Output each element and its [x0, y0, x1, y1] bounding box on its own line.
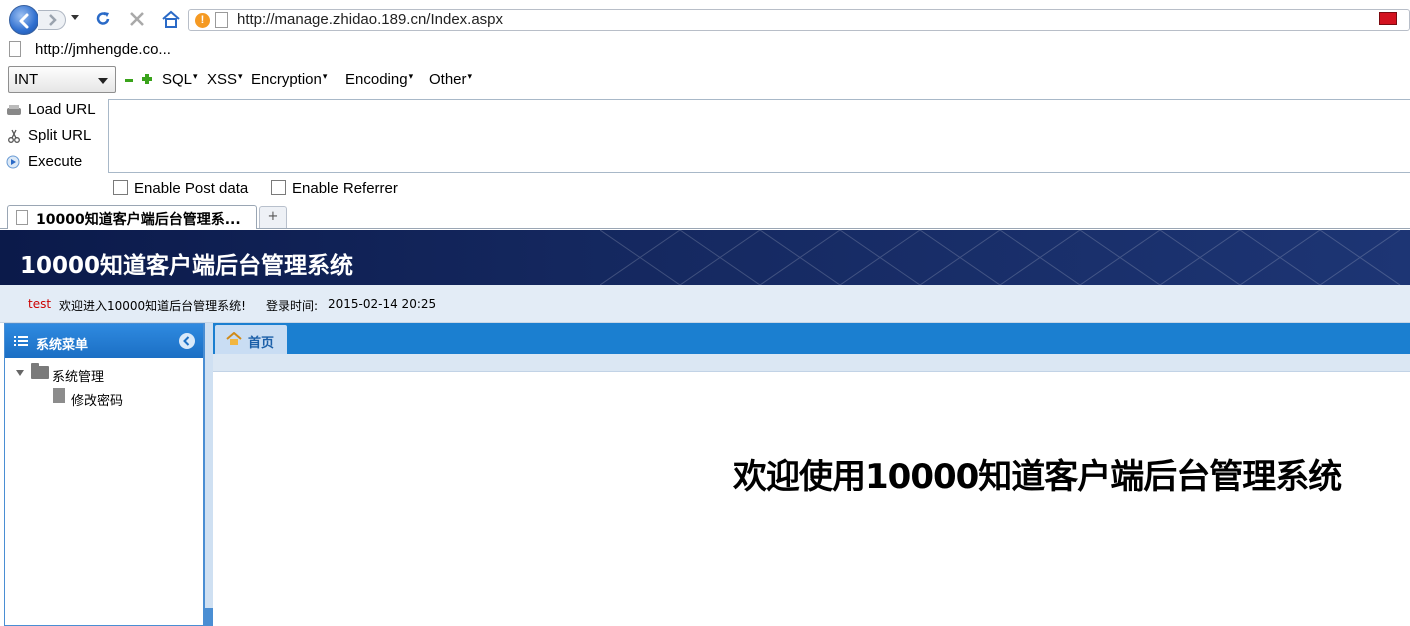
- content-tab-bar: 首页: [213, 323, 1410, 354]
- menu-encryption[interactable]: Encryption▾: [251, 71, 327, 88]
- menu-list-icon: [14, 336, 28, 346]
- enable-referrer-checkbox[interactable]: Enable Referrer: [271, 180, 398, 197]
- header-pattern: [600, 230, 1401, 285]
- tab-page-icon: [16, 210, 28, 225]
- back-button[interactable]: [9, 5, 39, 35]
- forward-button[interactable]: [38, 10, 66, 30]
- splitter[interactable]: [204, 323, 213, 626]
- execute-button[interactable]: Execute: [6, 153, 82, 170]
- menu-other[interactable]: Other▾: [429, 71, 472, 88]
- browser-navbar: ! http://manage.zhidao.189.cn/Index.aspx: [0, 0, 1410, 38]
- home-icon[interactable]: [161, 10, 181, 28]
- type-select[interactable]: INT: [8, 66, 116, 93]
- checkbox-box[interactable]: [113, 180, 128, 195]
- split-url-label: Split URL: [28, 127, 92, 144]
- tree-expand-icon[interactable]: [16, 370, 24, 376]
- enable-post-checkbox[interactable]: Enable Post data: [113, 180, 248, 197]
- load-url-button[interactable]: Load URL: [6, 101, 96, 118]
- home-icon: [226, 332, 242, 345]
- reload-icon[interactable]: [94, 10, 112, 28]
- flag-icon[interactable]: [1379, 12, 1397, 25]
- scissors-icon: [8, 129, 20, 143]
- menu-xss-label: XSS: [207, 71, 238, 88]
- menu-encoding[interactable]: Encoding▾: [345, 71, 413, 88]
- app-header: 10000知道客户端后台管理系统: [0, 230, 1410, 285]
- execute-label: Execute: [28, 153, 83, 170]
- welcome-heading: 欢迎使用10000知道客户端后台管理系统: [733, 457, 1342, 497]
- bookmark-page-icon: [9, 41, 21, 57]
- tab-title: 10000知道客户端后台管理系...: [36, 212, 241, 228]
- menu-xss[interactable]: XSS▾: [207, 71, 243, 88]
- browser-tab[interactable]: 10000知道客户端后台管理系...: [7, 205, 257, 229]
- menu-encoding-label: Encoding: [345, 71, 408, 88]
- sidebar-header: 系统菜单: [5, 324, 203, 358]
- username: test: [28, 297, 52, 311]
- menu-other-label: Other: [429, 71, 467, 88]
- split-url-button[interactable]: Split URL: [6, 127, 91, 144]
- checkbox-box[interactable]: [271, 180, 286, 195]
- load-url-icon: [7, 105, 21, 116]
- load-url-label: Load URL: [28, 101, 96, 118]
- tab-home[interactable]: 首页: [215, 325, 287, 354]
- new-tab-button[interactable]: +: [259, 206, 287, 228]
- menu-sql[interactable]: SQL▾: [162, 71, 198, 88]
- folder-icon: [31, 363, 49, 379]
- menu-encryption-label: Encryption: [251, 71, 322, 88]
- login-time-label: 登录时间:: [266, 299, 319, 313]
- content-subbar: [213, 354, 1410, 372]
- tree-item-system-management[interactable]: 系统管理: [52, 366, 104, 385]
- chevron-left-icon: [183, 336, 190, 346]
- url-text[interactable]: http://manage.zhidao.189.cn/Index.aspx: [237, 11, 503, 28]
- url-textarea[interactable]: [108, 99, 1410, 173]
- play-icon: [6, 155, 20, 169]
- sidebar: 系统菜单 系统管理 修改密码: [4, 323, 204, 626]
- collapse-icon[interactable]: [179, 333, 195, 349]
- back-arrow-icon: [19, 13, 29, 29]
- welcome-message: 欢迎进入10000知道后台管理系统!: [59, 299, 246, 313]
- enable-post-label: Enable Post data: [134, 180, 249, 197]
- sidebar-title: 系统菜单: [36, 338, 89, 353]
- chevron-down-icon: [98, 78, 108, 84]
- welcome-bar: test 欢迎进入10000知道后台管理系统! 登录时间: 2015-02-14…: [0, 285, 1410, 323]
- type-select-value: INT: [14, 71, 39, 88]
- forward-arrow-icon: [49, 14, 57, 26]
- bookmark-bar: http://jmhengde.co...: [0, 38, 1410, 62]
- stop-icon[interactable]: [128, 10, 146, 28]
- browser-tab-strip: 10000知道客户端后台管理系... +: [0, 203, 1410, 229]
- login-time: 2015-02-14 20:25: [328, 297, 437, 311]
- tree-item-change-password[interactable]: 修改密码: [71, 390, 123, 409]
- site-info-icon[interactable]: !: [195, 13, 210, 28]
- bookmark-item[interactable]: http://jmhengde.co...: [35, 41, 171, 58]
- history-dropdown-icon[interactable]: [71, 15, 79, 21]
- content-body: 欢迎使用10000知道客户端后台管理系统: [213, 372, 1410, 626]
- hackbar-toolbar: INT SQL▾ XSS▾ Encryption▾ Encoding▾ Othe…: [0, 64, 1410, 96]
- menu-sql-label: SQL: [162, 71, 193, 88]
- tab-home-label: 首页: [248, 336, 275, 351]
- app-title: 10000知道客户端后台管理系统: [20, 253, 354, 279]
- splitter-thumb[interactable]: [205, 608, 213, 626]
- page-icon: [215, 12, 228, 28]
- enable-referrer-label: Enable Referrer: [292, 180, 398, 197]
- file-icon: [53, 388, 65, 403]
- decrease-icon[interactable]: [125, 79, 133, 82]
- address-bar[interactable]: ! http://manage.zhidao.189.cn/Index.aspx: [188, 9, 1410, 31]
- increase-icon[interactable]: [142, 74, 152, 84]
